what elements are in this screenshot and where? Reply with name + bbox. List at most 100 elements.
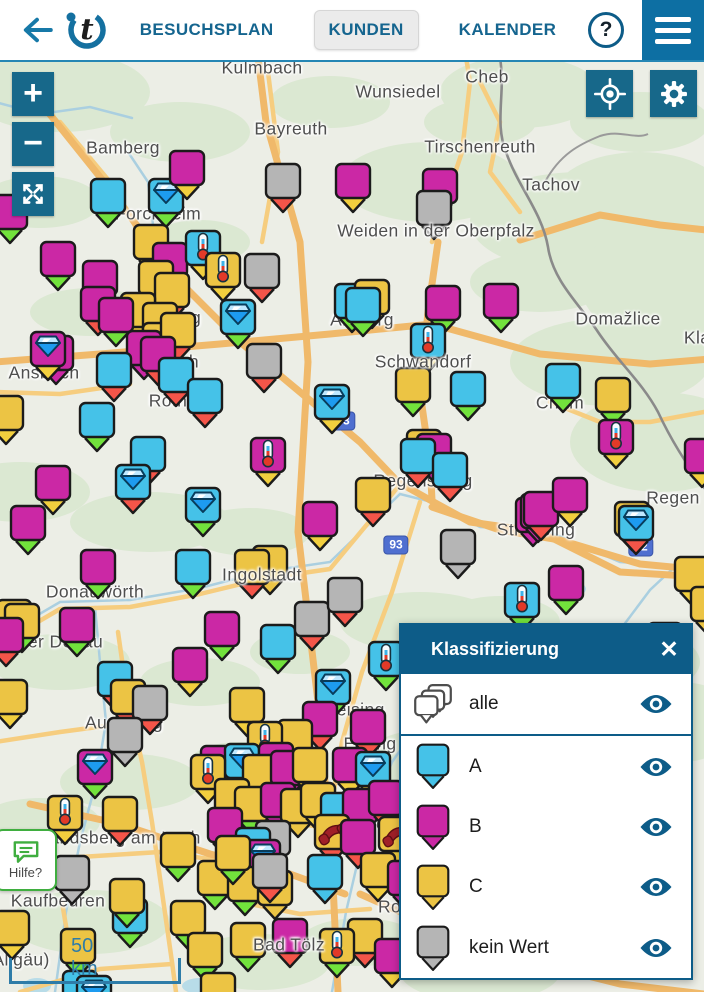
customer-pin-B-thermo[interactable]: [596, 417, 636, 471]
customer-pin-C[interactable]: [0, 677, 30, 731]
eye-visibility-icon[interactable]: [639, 756, 673, 778]
customer-pin-B[interactable]: [170, 645, 210, 699]
hamburger-icon: [655, 17, 691, 22]
customer-pin-N[interactable]: [438, 527, 478, 581]
customer-pin-N[interactable]: [52, 853, 92, 907]
customer-pin-C[interactable]: [100, 794, 140, 848]
nav-tabs: BESUCHSPLAN KUNDEN KALENDER: [108, 10, 588, 50]
customer-pin-N[interactable]: [325, 575, 365, 629]
app-logo: t: [64, 8, 108, 52]
customer-pin-A-gem[interactable]: [616, 503, 656, 557]
legend-label: kein Wert: [469, 937, 639, 959]
hilfe-label: Hilfe?: [9, 865, 42, 880]
customer-pin-B[interactable]: [300, 499, 340, 553]
map-label: Klatovy: [684, 328, 704, 349]
customer-pin-A[interactable]: [305, 852, 345, 906]
eye-visibility-icon[interactable]: [639, 693, 673, 715]
plus-icon: +: [23, 76, 43, 110]
map[interactable]: + −: [0, 62, 704, 992]
eye-visibility-icon[interactable]: [639, 816, 673, 838]
customer-pin-A[interactable]: [430, 450, 470, 504]
customer-pin-N[interactable]: [250, 851, 290, 905]
customer-pin-A[interactable]: [173, 547, 213, 601]
customer-pin-B[interactable]: [8, 503, 48, 557]
customer-pin-B-thermo[interactable]: [248, 435, 288, 489]
chat-bubble-icon: [12, 840, 40, 864]
customer-pin-N[interactable]: [244, 341, 284, 395]
fullscreen-button[interactable]: [12, 172, 54, 216]
eye-visibility-icon[interactable]: [639, 876, 673, 898]
customer-pin-A[interactable]: [88, 176, 128, 230]
legend-row-kein-wert[interactable]: kein Wert: [401, 918, 691, 978]
customer-pin-B[interactable]: [57, 605, 97, 659]
legend-row-alle[interactable]: alle: [401, 674, 691, 736]
map-label: Cheb: [465, 67, 508, 88]
customer-pin-C[interactable]: [393, 365, 433, 419]
scale-bracket: [9, 958, 181, 984]
customer-pin-A[interactable]: [448, 369, 488, 423]
customer-pin-B[interactable]: [333, 161, 373, 215]
customer-pin-B[interactable]: [78, 547, 118, 601]
zoom-in-button[interactable]: +: [12, 72, 54, 116]
legend-row-c[interactable]: C: [401, 857, 691, 917]
locate-button[interactable]: [586, 70, 633, 117]
customer-pin-C-thermo[interactable]: [203, 250, 243, 304]
customer-pin-A[interactable]: [343, 285, 383, 339]
customer-pin-B[interactable]: [682, 436, 704, 490]
customer-pin-A[interactable]: [77, 400, 117, 454]
map-label: Bayreuth: [254, 119, 327, 140]
tab-kunden[interactable]: KUNDEN: [314, 10, 419, 50]
map-label: Tirschenreuth: [424, 137, 536, 158]
customer-pin-A-gem[interactable]: [113, 462, 153, 516]
customer-pin-C[interactable]: [0, 393, 26, 447]
customer-pin-C[interactable]: [158, 830, 198, 884]
customer-pin-A[interactable]: [185, 376, 225, 430]
customer-pin-N[interactable]: [263, 161, 303, 215]
back-arrow-icon: [18, 11, 56, 49]
customer-pin-B[interactable]: [167, 148, 207, 202]
legend-row-a[interactable]: A: [401, 736, 691, 796]
map-label: Bad Tölz: [253, 935, 325, 956]
logo-letter: t: [80, 12, 94, 46]
hilfe-button[interactable]: Hilfe?: [0, 829, 57, 891]
customer-pin-B[interactable]: [0, 615, 26, 669]
customer-pin-C[interactable]: [107, 876, 147, 930]
customer-pin-C[interactable]: [198, 970, 238, 992]
back-button[interactable]: [14, 7, 60, 53]
class-c-pin-icon: [411, 863, 455, 912]
hamburger-menu-button[interactable]: [642, 0, 704, 60]
eye-visibility-icon[interactable]: [639, 937, 673, 959]
legend-label: C: [469, 876, 639, 898]
settings-button[interactable]: [650, 70, 697, 117]
close-icon[interactable]: ✕: [647, 628, 691, 672]
help-button[interactable]: ?: [588, 12, 624, 48]
panel-header: Klassifizierung ✕: [401, 625, 691, 674]
customer-pin-B[interactable]: [546, 563, 586, 617]
customer-pin-B[interactable]: [550, 475, 590, 529]
legend-label: A: [469, 756, 639, 778]
customer-pin-B[interactable]: [481, 281, 521, 335]
top-navigation-bar: t BESUCHSPLAN KUNDEN KALENDER ?: [0, 0, 704, 62]
customer-pin-B-gem[interactable]: [28, 329, 68, 383]
customer-pin-A[interactable]: [543, 361, 583, 415]
no-value-pin-icon: [411, 924, 455, 973]
customer-pin-A-gem[interactable]: [312, 382, 352, 436]
tab-kalender[interactable]: KALENDER: [445, 11, 571, 49]
panel-title: Klassifizierung: [431, 639, 647, 660]
customer-pin-C[interactable]: [213, 833, 253, 887]
classification-panel: Klassifizierung ✕ alle A B: [399, 623, 693, 980]
gear-icon: [655, 75, 693, 113]
map-label: Kulmbach: [221, 62, 302, 79]
customer-pin-C[interactable]: [353, 475, 393, 529]
map-label: Wunsiedel: [356, 82, 441, 103]
customer-pin-B[interactable]: [38, 239, 78, 293]
legend-label: B: [469, 816, 639, 838]
map-label: Bamberg: [86, 138, 160, 159]
minus-icon: −: [23, 126, 43, 160]
legend-row-b[interactable]: B: [401, 797, 691, 857]
customer-pin-A-gem[interactable]: [183, 485, 223, 539]
zoom-out-button[interactable]: −: [12, 122, 54, 166]
customer-pin-A[interactable]: [94, 350, 134, 404]
customer-pin-C[interactable]: [0, 908, 32, 962]
tab-besuchsplan[interactable]: BESUCHSPLAN: [126, 11, 288, 49]
